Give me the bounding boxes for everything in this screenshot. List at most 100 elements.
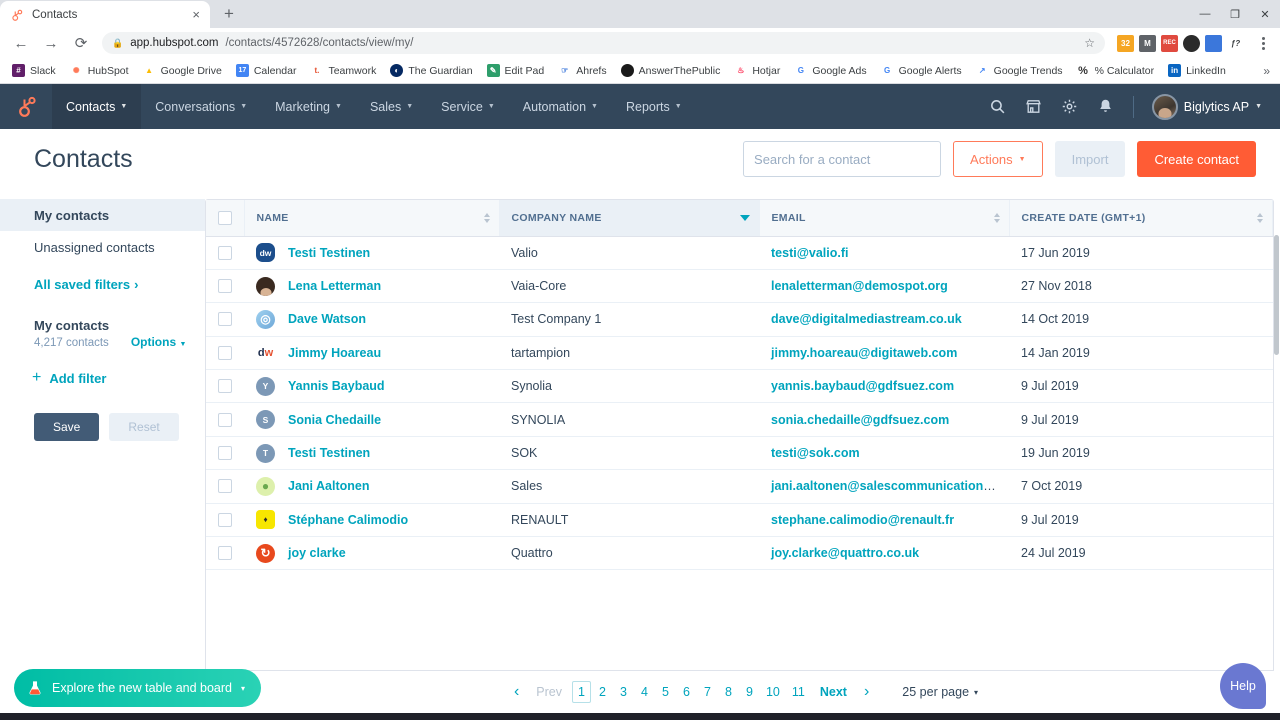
- bookmark-hubspot[interactable]: ✺ HubSpot: [64, 62, 135, 79]
- contact-name-link[interactable]: Stéphane Calimodio: [288, 513, 408, 527]
- nav-item-service[interactable]: Service ▼: [427, 84, 509, 129]
- bookmark-teamwork[interactable]: t. Teamwork: [304, 62, 382, 79]
- pen-extension-icon[interactable]: [1205, 34, 1222, 52]
- screen-recorder-extension-icon[interactable]: REC: [1161, 34, 1178, 52]
- bookmark-answerthepublic[interactable]: AnswerThePublic: [615, 62, 727, 79]
- pagination-page-10[interactable]: 10: [761, 681, 785, 703]
- pagination-next-button[interactable]: Next: [812, 685, 855, 699]
- contact-email-link[interactable]: testi@sok.com: [771, 446, 860, 460]
- table-row[interactable]: ↻ joy clarke Quattro joy.clarke@quattro.c…: [206, 536, 1273, 571]
- column-header-company-name[interactable]: COMPANY NAME: [499, 200, 760, 237]
- table-row[interactable]: ♦ Stéphane Calimodio RENAULT stephane.cal…: [206, 503, 1273, 538]
- contact-email-link[interactable]: jimmy.hoareau@digitaweb.com: [771, 346, 957, 360]
- sort-toggle-name[interactable]: [483, 212, 490, 223]
- nav-item-automation[interactable]: Automation ▼: [509, 84, 612, 129]
- bookmark-hotjar[interactable]: ♨ Hotjar: [728, 62, 786, 79]
- help-button[interactable]: Help: [1220, 663, 1266, 709]
- bookmark-ahrefs[interactable]: ☞ Ahrefs: [552, 62, 612, 79]
- pagination-page-4[interactable]: 4: [635, 681, 654, 703]
- contact-email-link[interactable]: lenaletterman@demospot.org: [771, 279, 948, 293]
- mailtrack-extension-icon[interactable]: M: [1139, 34, 1156, 52]
- pagination-prev-button[interactable]: Prev: [528, 685, 570, 699]
- chrome-menu-icon[interactable]: [1254, 36, 1272, 50]
- reload-icon[interactable]: ⟳: [68, 30, 94, 56]
- table-row[interactable]: d w Jimmy Hoareau tartampion jimmy.hoareau…: [206, 336, 1273, 371]
- contact-name-link[interactable]: joy clarke: [288, 546, 346, 560]
- create-contact-button[interactable]: Create contact: [1137, 141, 1256, 177]
- nav-item-conversations[interactable]: Conversations ▼: [141, 84, 261, 129]
- search-icon[interactable]: [981, 90, 1015, 124]
- nav-item-contacts[interactable]: Contacts ▼: [52, 84, 142, 129]
- contact-email-link[interactable]: joy.clarke@quattro.co.uk: [771, 546, 919, 560]
- row-checkbox[interactable]: [218, 479, 232, 494]
- all-saved-filters-link[interactable]: All saved filters ›: [0, 263, 205, 298]
- address-bar[interactable]: 🔒 app.hubspot.com/contacts/4572628/conta…: [102, 32, 1105, 54]
- bookmark-google-alerts[interactable]: G Google Alerts: [875, 62, 968, 79]
- bookmarks-overflow-icon[interactable]: »: [1263, 64, 1274, 78]
- reset-button[interactable]: Reset: [109, 413, 179, 441]
- save-button[interactable]: Save: [34, 413, 100, 441]
- contact-name-link[interactable]: Lena Letterman: [288, 279, 381, 293]
- pagination-page-2[interactable]: 2: [593, 681, 612, 703]
- table-row[interactable]: Lena Letterman Vaia-Core lenaletterman@d…: [206, 269, 1273, 304]
- bookmark-edit-pad[interactable]: ✎ Edit Pad: [481, 62, 551, 79]
- bookmark-calendar[interactable]: 17 Calendar: [230, 62, 303, 79]
- bookmark-linkedin[interactable]: in LinkedIn: [1162, 62, 1232, 79]
- search-input[interactable]: [754, 151, 931, 167]
- contact-name-link[interactable]: Testi Testinen: [288, 446, 370, 460]
- row-checkbox[interactable]: [218, 412, 232, 427]
- close-icon[interactable]: ×: [192, 8, 200, 21]
- hubspot-sprocket-logo[interactable]: [0, 84, 52, 129]
- bookmark-google-ads[interactable]: G Google Ads: [788, 62, 872, 79]
- row-checkbox[interactable]: [218, 345, 232, 360]
- options-dropdown[interactable]: Options ▼: [131, 335, 187, 349]
- contact-email-link[interactable]: sonia.chedaille@gdfsuez.com: [771, 413, 949, 427]
- contact-name-link[interactable]: Yannis Baybaud: [288, 379, 385, 393]
- nav-item-reports[interactable]: Reports ▼: [612, 84, 696, 129]
- row-checkbox[interactable]: [218, 546, 232, 561]
- account-menu[interactable]: Biglytics AP ▼: [1144, 93, 1266, 120]
- bookmark-star-icon[interactable]: ☆: [1084, 36, 1095, 50]
- row-checkbox[interactable]: [218, 245, 232, 260]
- row-checkbox[interactable]: [218, 446, 232, 461]
- sidebar-item-my-contacts[interactable]: My contacts: [0, 199, 205, 231]
- contact-email-link[interactable]: jani.aaltonen@salescommunications.fi: [771, 479, 1001, 493]
- contact-name-link[interactable]: Sonia Chedaille: [288, 413, 381, 427]
- table-row[interactable]: dw Testi Testinen Valio testi@valio.fi 17…: [206, 236, 1273, 270]
- pagination-page-8[interactable]: 8: [719, 681, 738, 703]
- column-header-email[interactable]: EMAIL: [759, 200, 1010, 237]
- dark-circle-extension-icon[interactable]: [1183, 34, 1200, 52]
- bookmark-the-guardian[interactable]: ◐ The Guardian: [384, 62, 478, 79]
- table-row[interactable]: S Sonia Chedaille SYNOLIA sonia.chedaille…: [206, 402, 1273, 437]
- row-checkbox[interactable]: [218, 312, 232, 327]
- bookmark-google-trends[interactable]: ↗ Google Trends: [970, 62, 1069, 79]
- pagination-page-11[interactable]: 11: [787, 681, 810, 703]
- row-checkbox[interactable]: [218, 512, 232, 527]
- browser-tab[interactable]: Contacts ×: [0, 1, 210, 28]
- bookmark-google-drive[interactable]: ▲ Google Drive: [137, 62, 228, 79]
- column-header-create-date[interactable]: CREATE DATE (GMT+1): [1009, 200, 1273, 237]
- pagination-page-5[interactable]: 5: [656, 681, 675, 703]
- sidebar-item-unassigned-contacts[interactable]: Unassigned contacts: [0, 231, 205, 263]
- vertical-scrollbar[interactable]: [1274, 235, 1279, 355]
- bookmark-percent-calculator[interactable]: % % Calculator: [1071, 62, 1161, 79]
- minimize-icon[interactable]: —: [1190, 0, 1220, 28]
- maximize-icon[interactable]: ❐: [1220, 0, 1250, 28]
- pagination-next-arrow-icon[interactable]: ›: [857, 683, 876, 701]
- actions-button[interactable]: Actions ▼: [953, 141, 1043, 177]
- contact-name-link[interactable]: Testi Testinen: [288, 246, 370, 260]
- explore-new-table-button[interactable]: Explore the new table and board ▾: [14, 669, 262, 707]
- add-filter-button[interactable]: + Add filter: [0, 349, 205, 387]
- contact-name-link[interactable]: Jani Aaltonen: [288, 479, 370, 493]
- contact-email-link[interactable]: stephane.calimodio@renault.fr: [771, 513, 954, 527]
- calendar-extension-icon[interactable]: 32: [1117, 34, 1134, 52]
- contact-name-link[interactable]: Jimmy Hoareau: [288, 346, 381, 360]
- notifications-bell-icon[interactable]: [1089, 90, 1123, 124]
- pagination-page-1[interactable]: 1: [571, 681, 591, 703]
- sort-toggle-create-date[interactable]: [1257, 212, 1263, 223]
- row-checkbox[interactable]: [218, 279, 232, 294]
- select-all-checkbox[interactable]: [218, 210, 232, 225]
- font-inspect-extension-icon[interactable]: ƒ?: [1227, 34, 1244, 52]
- contact-email-link[interactable]: yannis.baybaud@gdfsuez.com: [771, 379, 954, 393]
- pagination-prev-arrow-icon[interactable]: ‹: [507, 683, 526, 701]
